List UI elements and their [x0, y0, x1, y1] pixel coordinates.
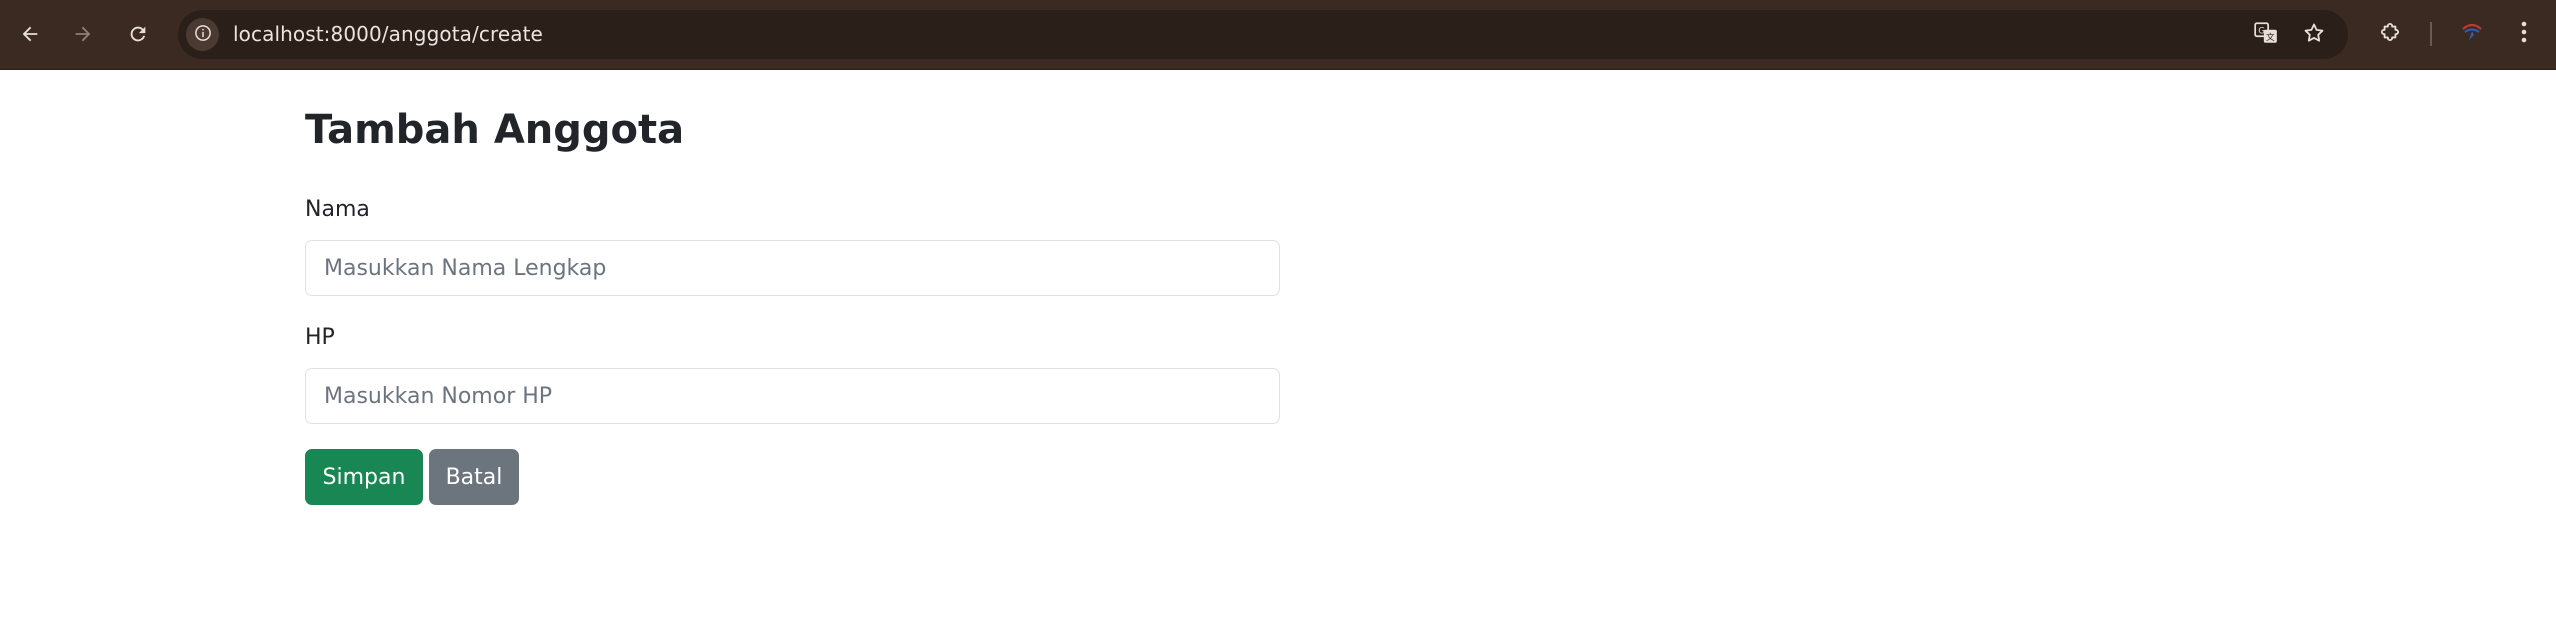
- toolbar-separator: [2430, 22, 2432, 46]
- nama-label: Nama: [305, 197, 370, 222]
- svg-text:文: 文: [2266, 31, 2275, 43]
- translate-button[interactable]: G 文: [2250, 19, 2282, 51]
- star-icon: [2302, 21, 2326, 49]
- profile-avatar-icon: [2457, 17, 2487, 51]
- kebab-menu-icon: [2520, 20, 2528, 48]
- save-button[interactable]: Simpan: [305, 449, 423, 505]
- info-icon: [194, 24, 212, 46]
- forward-button[interactable]: [63, 14, 103, 54]
- extensions-button[interactable]: [2370, 14, 2410, 54]
- nama-input[interactable]: [305, 240, 1280, 296]
- cancel-button[interactable]: Batal: [429, 449, 519, 505]
- bookmark-button[interactable]: [2298, 19, 2330, 51]
- puzzle-icon: [2377, 19, 2403, 49]
- hp-label: HP: [305, 325, 335, 350]
- site-info-button[interactable]: [186, 18, 219, 51]
- browser-menu-button[interactable]: [2504, 14, 2544, 54]
- browser-toolbar: localhost:8000/anggota/create G 文: [0, 0, 2556, 70]
- translate-icon: G 文: [2253, 20, 2279, 50]
- arrow-right-icon: [72, 23, 94, 45]
- profile-button[interactable]: [2452, 14, 2492, 54]
- address-bar[interactable]: localhost:8000/anggota/create G 文: [178, 10, 2348, 59]
- reload-icon: [127, 23, 149, 45]
- page-title: Tambah Anggota: [305, 107, 685, 153]
- reload-button[interactable]: [118, 14, 158, 54]
- page-content: Tambah Anggota Nama HP Simpan Batal: [0, 70, 2556, 643]
- hp-input[interactable]: [305, 368, 1280, 424]
- arrow-left-icon: [19, 23, 41, 45]
- url-text[interactable]: localhost:8000/anggota/create: [233, 22, 543, 46]
- back-button[interactable]: [10, 14, 50, 54]
